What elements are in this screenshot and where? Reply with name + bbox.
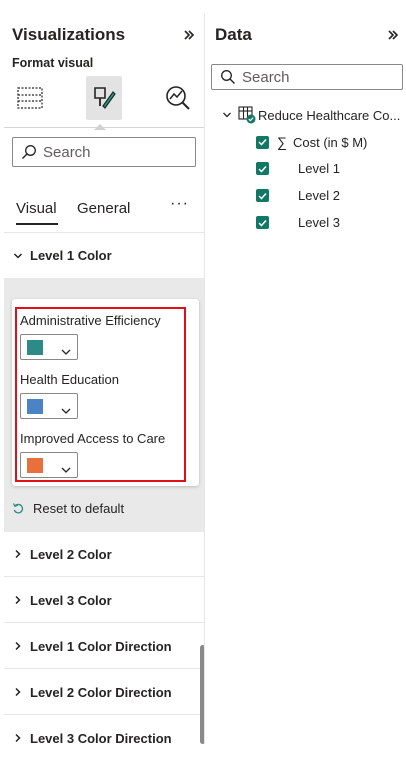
section-label: Level 3 Color Direction [30,730,172,745]
reset-to-default-button[interactable]: Reset to default [12,501,124,516]
reset-icon [12,502,25,515]
section-level-2-color-direction[interactable]: Level 2 Color Direction [4,670,204,715]
field-label: Level 3 [298,215,340,230]
field-row-cost[interactable]: ∑ Cost (in $ M) [256,134,367,150]
scrollbar-thumb[interactable] [200,645,204,744]
search-icon [220,69,236,85]
collapse-pane-icon[interactable] [182,28,196,42]
visualizations-search-input[interactable]: Search [12,137,196,167]
checkbox-checked[interactable] [256,216,269,229]
color-item-label: Administrative Efficiency [20,313,161,328]
section-level-2-color[interactable]: Level 2 Color [4,532,204,577]
color-picker-improved-access-to-care[interactable] [20,452,78,478]
color-item-label: Health Education [20,372,120,387]
chevron-right-icon [13,641,23,651]
format-divider [4,127,204,128]
field-row-level-2[interactable]: Level 2 [256,188,340,203]
field-row-level-1[interactable]: Level 1 [256,161,340,176]
analytics-icon[interactable] [160,80,196,116]
data-search-input[interactable]: Search [211,64,403,90]
section-level-3-color-direction[interactable]: Level 3 Color Direction [4,716,204,745]
chevron-right-icon [13,733,23,743]
table-node[interactable]: Reduce Healthcare Co... [222,106,400,124]
field-label: Cost (in $ M) [292,134,368,150]
color-swatch [27,340,43,355]
chevron-down-icon [222,110,232,120]
chevron-right-icon [13,687,23,697]
search-placeholder: Search [43,143,91,161]
section-level-1-color-direction[interactable]: Level 1 Color Direction [4,624,204,669]
checkbox-checked[interactable] [256,135,269,149]
section-label: Level 1 Color Direction [30,638,172,654]
visualizations-pane: Visualizations Format visual Search Visu… [4,14,205,744]
collapse-pane-icon[interactable] [386,28,400,42]
data-pane: Data Search Reduce Healthcare Co... ∑ Co… [206,14,404,744]
more-options-button[interactable]: ··· [170,195,189,213]
data-title: Data [215,25,252,44]
color-picker-health-education[interactable] [20,393,78,419]
table-icon [238,106,256,124]
chevron-right-icon [13,595,23,605]
color-item-label: Improved Access to Care [20,431,166,446]
section-level-3-color[interactable]: Level 3 Color [4,578,204,623]
section-label: Level 3 Color [30,592,112,608]
active-tab-underline [16,223,58,225]
field-label: Level 2 [298,188,340,203]
section-level-1-color[interactable]: Level 1 Color [4,233,204,278]
color-picker-administrative-efficiency[interactable] [20,334,78,360]
section-label: Level 1 Color [30,248,112,263]
format-visual-icon[interactable] [86,76,122,120]
search-icon [21,144,37,160]
checkbox-checked[interactable] [256,162,269,175]
field-row-level-3[interactable]: Level 3 [256,215,340,230]
reset-label: Reset to default [33,501,125,516]
build-visual-icon[interactable] [12,80,48,116]
chevron-right-icon [13,549,23,559]
field-label: Level 1 [298,161,340,176]
tab-general[interactable]: General [77,200,130,217]
sigma-icon: ∑ [277,134,287,150]
table-name: Reduce Healthcare Co... [258,107,401,123]
tab-visual[interactable]: Visual [16,200,57,217]
color-swatch [27,399,43,414]
chevron-down-icon [61,461,71,479]
chevron-down-icon [61,343,71,361]
checkbox-checked[interactable] [256,189,269,202]
chevron-down-icon [61,402,71,420]
section-label: Level 2 Color [30,546,112,562]
section-label: Level 2 Color Direction [30,684,172,700]
format-visual-label: Format visual [12,56,94,70]
color-swatch [27,458,43,473]
search-placeholder: Search [242,68,290,86]
visualizations-title: Visualizations [12,25,126,44]
chevron-down-icon [13,251,23,261]
